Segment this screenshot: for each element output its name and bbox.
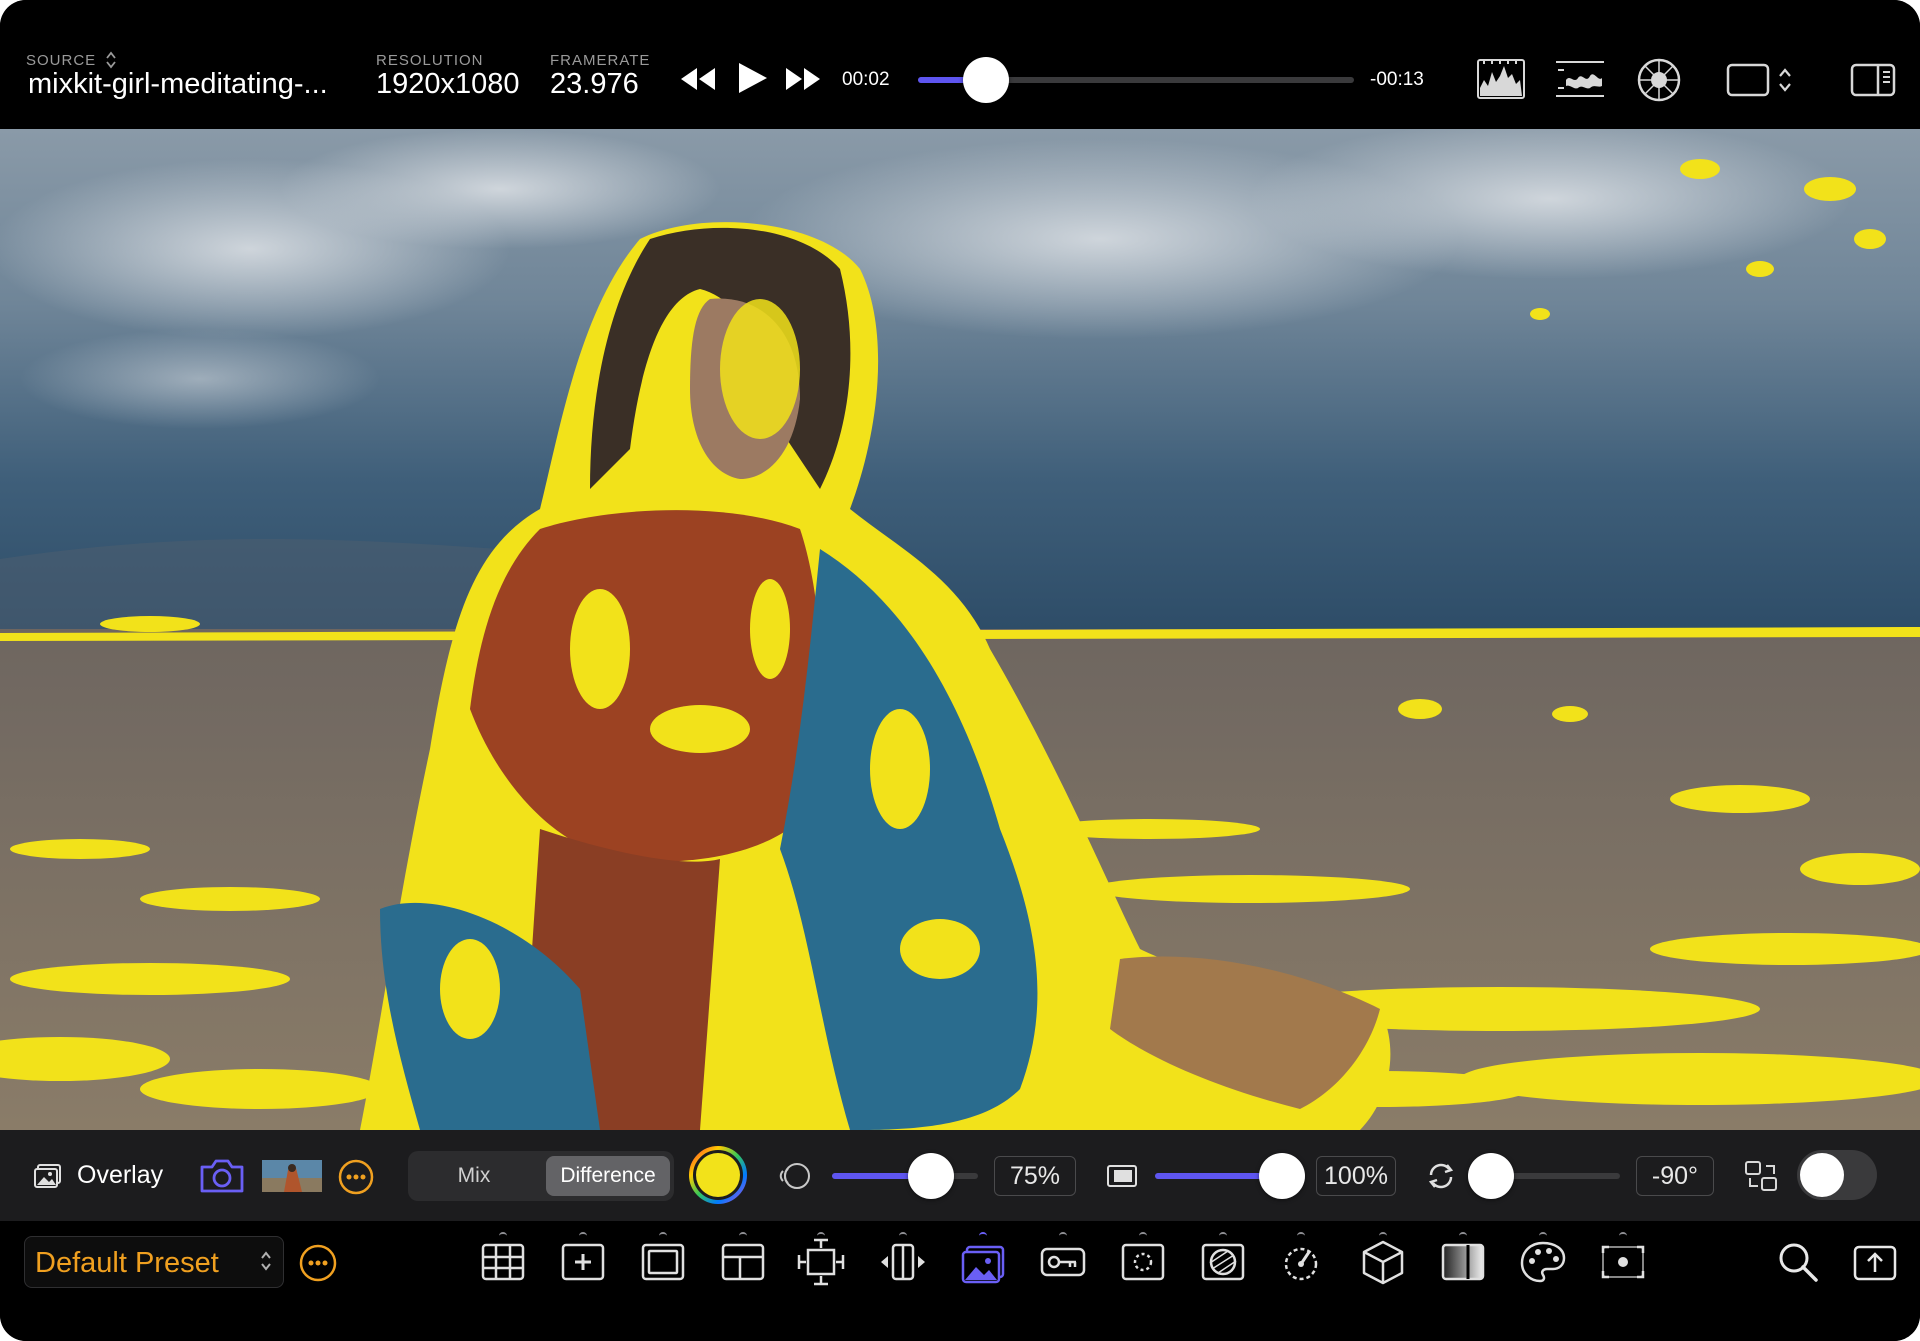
remaining-time: -00:13 xyxy=(1370,69,1424,90)
source-updown-icon[interactable] xyxy=(104,50,118,70)
preset-label: Default Preset xyxy=(35,1247,219,1279)
opacity-slider-handle[interactable] xyxy=(908,1153,954,1199)
tool-caret xyxy=(1459,1232,1467,1238)
preset-updown-icon xyxy=(261,1251,271,1271)
palette-icon[interactable] xyxy=(1518,1237,1568,1287)
overlay-color-swatch[interactable] xyxy=(688,1145,748,1205)
video-frame-image xyxy=(0,129,1920,1130)
source-label: SOURCE xyxy=(26,52,97,69)
lut-cube-icon[interactable] xyxy=(1358,1237,1408,1287)
current-time: 00:02 xyxy=(842,69,890,90)
frame-guide-icon[interactable] xyxy=(638,1237,688,1287)
tool-caret xyxy=(1619,1232,1627,1238)
blend-mode-difference[interactable]: Difference xyxy=(546,1156,670,1196)
sidebar-toggle-icon[interactable] xyxy=(1850,62,1896,98)
overlay-toggle[interactable] xyxy=(1797,1150,1877,1200)
top-bar: SOURCE mixkit-girl-meditating-... RESOLU… xyxy=(0,0,1920,128)
focus-peaking-icon[interactable] xyxy=(1598,1237,1648,1287)
overlay-toggle-knob xyxy=(1800,1153,1844,1197)
tool-caret xyxy=(659,1232,667,1238)
gradient-icon[interactable] xyxy=(1438,1237,1488,1287)
scale-value[interactable]: 100% xyxy=(1316,1156,1396,1196)
false-color-icon[interactable] xyxy=(1198,1237,1248,1287)
playback-scrubber-handle[interactable] xyxy=(963,57,1009,103)
image-overlay-icon[interactable] xyxy=(958,1237,1008,1287)
tool-caret xyxy=(1219,1232,1227,1238)
search-icon[interactable] xyxy=(1776,1240,1820,1284)
key-icon[interactable] xyxy=(1038,1237,1088,1287)
overlay-label: Overlay xyxy=(77,1161,164,1189)
grid-icon[interactable] xyxy=(478,1237,528,1287)
tool-caret xyxy=(1539,1232,1547,1238)
tool-caret xyxy=(1379,1232,1387,1238)
zebra-icon[interactable] xyxy=(1276,1237,1326,1287)
preset-more-icon[interactable] xyxy=(298,1243,338,1283)
scale-icon xyxy=(1107,1165,1137,1187)
histogram-icon[interactable] xyxy=(1476,58,1526,100)
source-value[interactable]: mixkit-girl-meditating-... xyxy=(28,68,353,101)
scale-slider-handle[interactable] xyxy=(1259,1153,1305,1199)
rewind-icon[interactable] xyxy=(678,64,718,94)
tool-caret xyxy=(739,1232,747,1238)
overlay-thumbnail[interactable] xyxy=(262,1160,322,1192)
play-icon[interactable] xyxy=(735,60,769,96)
camera-icon[interactable] xyxy=(198,1158,246,1194)
opacity-value[interactable]: 75% xyxy=(994,1156,1076,1196)
tool-caret-active xyxy=(979,1232,987,1238)
tool-caret xyxy=(579,1232,587,1238)
transform-icon[interactable] xyxy=(796,1237,846,1287)
share-export-icon[interactable] xyxy=(1852,1242,1898,1282)
vectorscope-icon[interactable] xyxy=(1636,57,1682,103)
rotation-slider-handle[interactable] xyxy=(1468,1153,1514,1199)
tool-caret xyxy=(1139,1232,1147,1238)
opacity-slider[interactable] xyxy=(832,1173,978,1179)
resolution-label: RESOLUTION xyxy=(376,52,484,69)
waveform-icon[interactable] xyxy=(1554,58,1606,100)
aspect-ratio-icon[interactable] xyxy=(1726,62,1798,98)
fast-forward-icon[interactable] xyxy=(783,64,823,94)
tool-caret xyxy=(1297,1232,1305,1238)
blend-mode-mix[interactable]: Mix xyxy=(414,1156,534,1196)
tool-caret xyxy=(817,1232,825,1238)
preset-selector[interactable]: Default Preset xyxy=(24,1236,284,1288)
blend-mode-segmented-control: Mix Difference xyxy=(408,1151,674,1201)
framerate-value: 23.976 xyxy=(550,68,639,100)
rotation-value[interactable]: -90° xyxy=(1636,1156,1714,1196)
layout-icon[interactable] xyxy=(718,1237,768,1287)
tool-caret xyxy=(499,1232,507,1238)
crosshair-icon[interactable] xyxy=(558,1237,608,1287)
tool-caret xyxy=(1059,1232,1067,1238)
opacity-icon xyxy=(779,1163,810,1189)
safe-area-icon[interactable] xyxy=(1118,1237,1168,1287)
overlay-image-icon xyxy=(34,1164,61,1188)
tool-caret xyxy=(899,1232,907,1238)
resolution-value: 1920x1080 xyxy=(376,68,520,100)
rotation-icon xyxy=(1428,1163,1454,1189)
app-window: SOURCE mixkit-girl-meditating-... RESOLU… xyxy=(0,0,1920,1341)
overlay-more-icon[interactable] xyxy=(337,1158,375,1196)
video-viewer[interactable] xyxy=(0,129,1920,1130)
swap-layers-icon[interactable] xyxy=(1744,1160,1780,1192)
framerate-label: FRAMERATE xyxy=(550,52,651,69)
split-compare-icon[interactable] xyxy=(878,1237,928,1287)
